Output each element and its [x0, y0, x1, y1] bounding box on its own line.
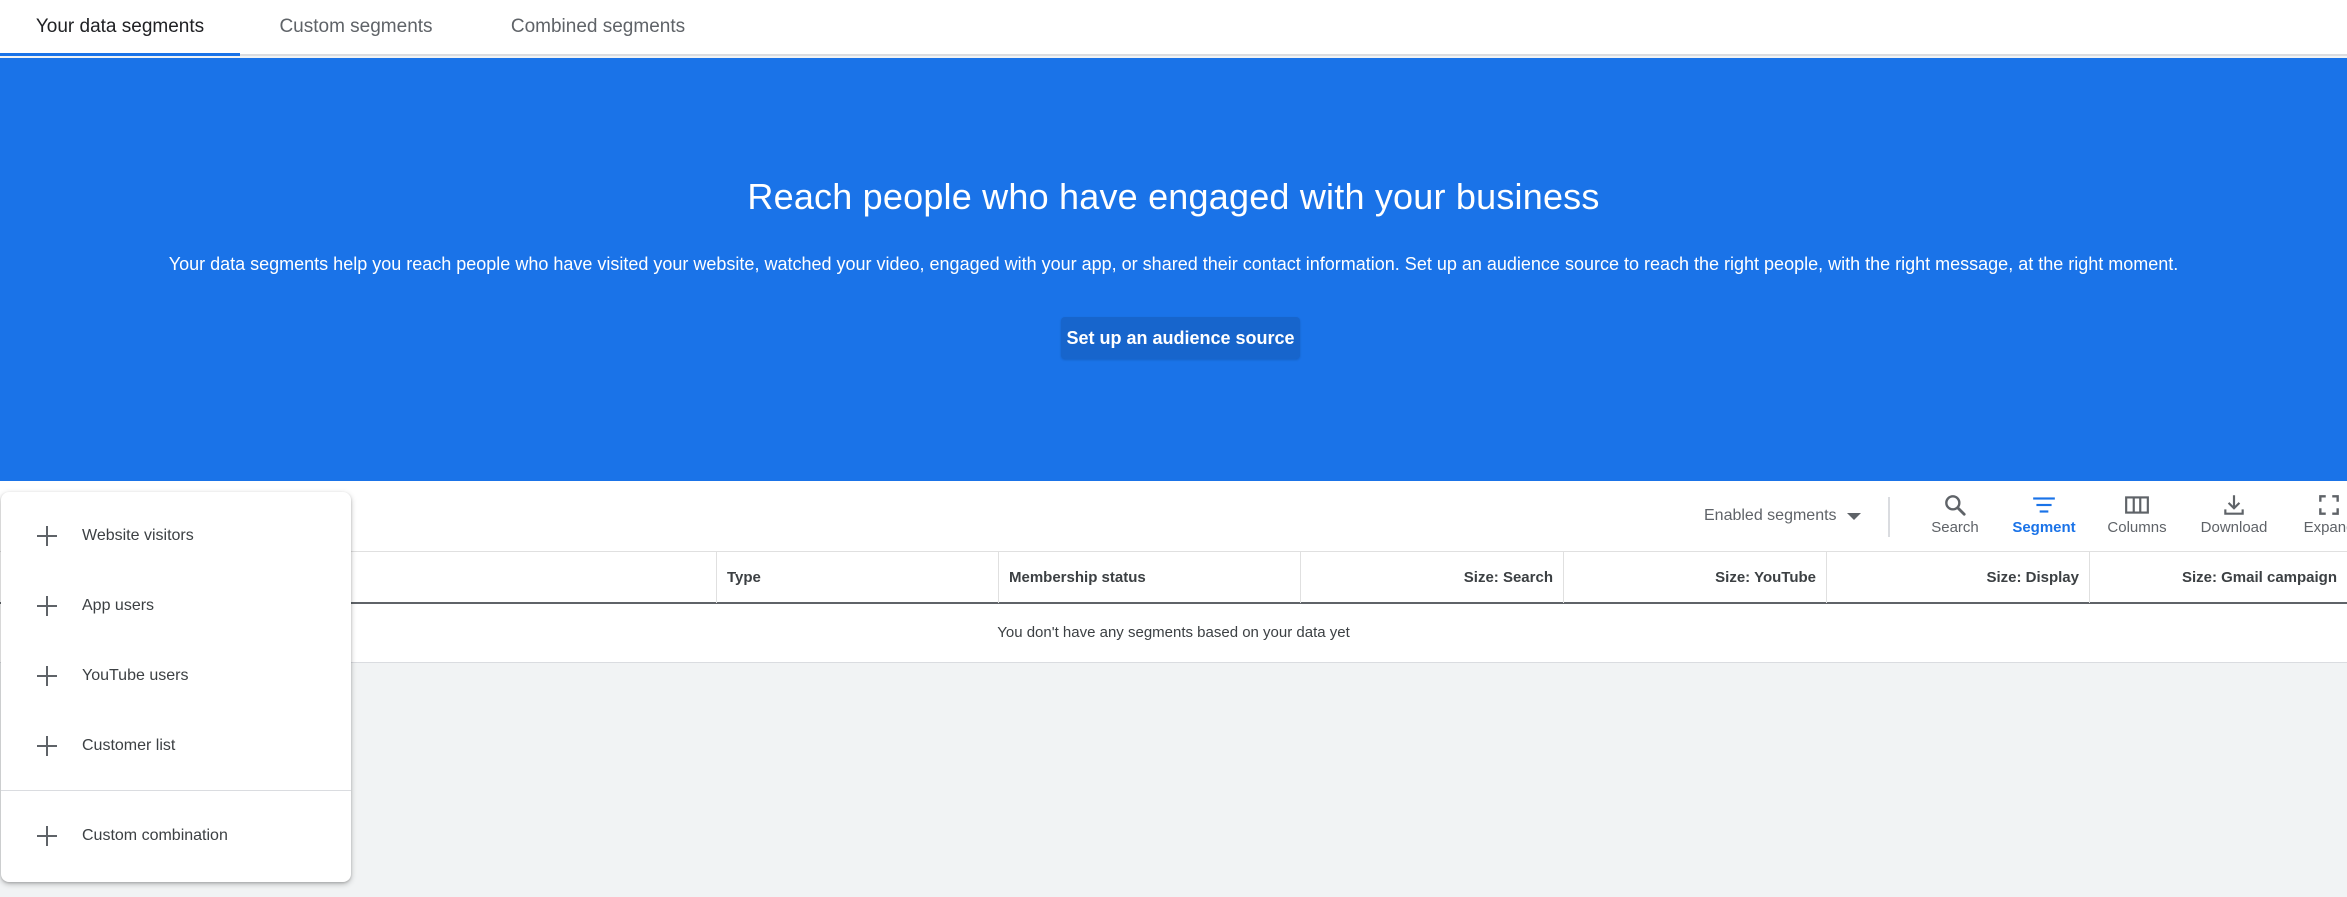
- search-button-label: Search: [1931, 519, 1979, 536]
- segment-filter-label: Enabled segments: [1704, 507, 1837, 524]
- columns-button-label: Columns: [2107, 519, 2167, 536]
- menu-item-label: Customer list: [82, 737, 176, 754]
- search-icon: [1942, 491, 1968, 519]
- columns-button[interactable]: Columns: [2101, 491, 2173, 543]
- hero-title: Reach people who have engaged with your …: [747, 176, 1600, 217]
- download-button-label: Download: [2200, 519, 2268, 536]
- segment-tabs: Your data segments Custom segments Combi…: [0, 0, 2347, 56]
- plus-icon: [37, 596, 57, 616]
- menu-item-youtube-users[interactable]: YouTube users: [1, 647, 351, 705]
- column-header-membership-status[interactable]: Membership status: [998, 552, 1300, 603]
- columns-icon: [2124, 491, 2150, 519]
- caret-down-icon: [1846, 512, 1861, 520]
- hero-description: Your data segments help you reach people…: [168, 254, 2179, 274]
- search-button[interactable]: Search: [1925, 491, 1985, 543]
- segment-button[interactable]: Segment: [2004, 491, 2084, 543]
- table-header: Type Membership status Size: Search Size…: [0, 551, 2347, 604]
- toolbar-divider: [1888, 497, 1890, 537]
- expand-button[interactable]: Expand: [2294, 491, 2347, 543]
- segment-icon: [2031, 491, 2057, 519]
- menu-item-website-visitors[interactable]: Website visitors: [1, 507, 351, 565]
- column-header-name[interactable]: [350, 552, 716, 603]
- download-icon: [2221, 491, 2247, 519]
- column-header-size-search[interactable]: Size: Search: [1300, 552, 1563, 603]
- expand-icon: [2316, 491, 2342, 519]
- column-header-size-gmail-campaign[interactable]: Size: Gmail campaign: [2089, 552, 2347, 603]
- menu-item-label: App users: [82, 597, 155, 614]
- menu-item-label: Website visitors: [82, 527, 194, 544]
- menu-divider: [1, 790, 351, 791]
- table-empty-row: You don't have any segments based on you…: [0, 604, 2347, 663]
- hero-banner: Reach people who have engaged with your …: [0, 58, 2347, 481]
- plus-icon: [37, 826, 57, 846]
- menu-item-label: Custom combination: [82, 827, 228, 844]
- segment-filter-dropdown[interactable]: Enabled segments: [1704, 507, 1861, 525]
- plus-icon: [37, 736, 57, 756]
- segment-button-label: Segment: [2012, 519, 2076, 536]
- setup-audience-source-button[interactable]: Set up an audience source: [1061, 317, 1300, 359]
- menu-item-custom-combination[interactable]: Custom combination: [1, 807, 351, 865]
- menu-item-label: YouTube users: [82, 667, 189, 684]
- tab-combined-segments[interactable]: Combined segments: [472, 0, 724, 54]
- menu-item-app-users[interactable]: App users: [1, 577, 351, 635]
- tab-your-data-segments[interactable]: Your data segments: [0, 0, 240, 56]
- download-button[interactable]: Download: [2192, 491, 2276, 543]
- empty-table-message: You don't have any segments based on you…: [997, 624, 1350, 641]
- plus-icon: [37, 526, 57, 546]
- column-header-size-display[interactable]: Size: Display: [1826, 552, 2089, 603]
- expand-button-label: Expand: [2303, 519, 2347, 536]
- plus-icon: [37, 666, 57, 686]
- menu-item-customer-list[interactable]: Customer list: [1, 717, 351, 775]
- column-header-size-youtube[interactable]: Size: YouTube: [1563, 552, 1826, 603]
- tab-custom-segments[interactable]: Custom segments: [240, 0, 472, 54]
- add-segment-menu: Website visitors App users YouTube users…: [1, 492, 351, 882]
- column-header-type[interactable]: Type: [716, 552, 998, 603]
- table-toolbar: Enabled segments Search Segment Columns …: [0, 481, 2347, 551]
